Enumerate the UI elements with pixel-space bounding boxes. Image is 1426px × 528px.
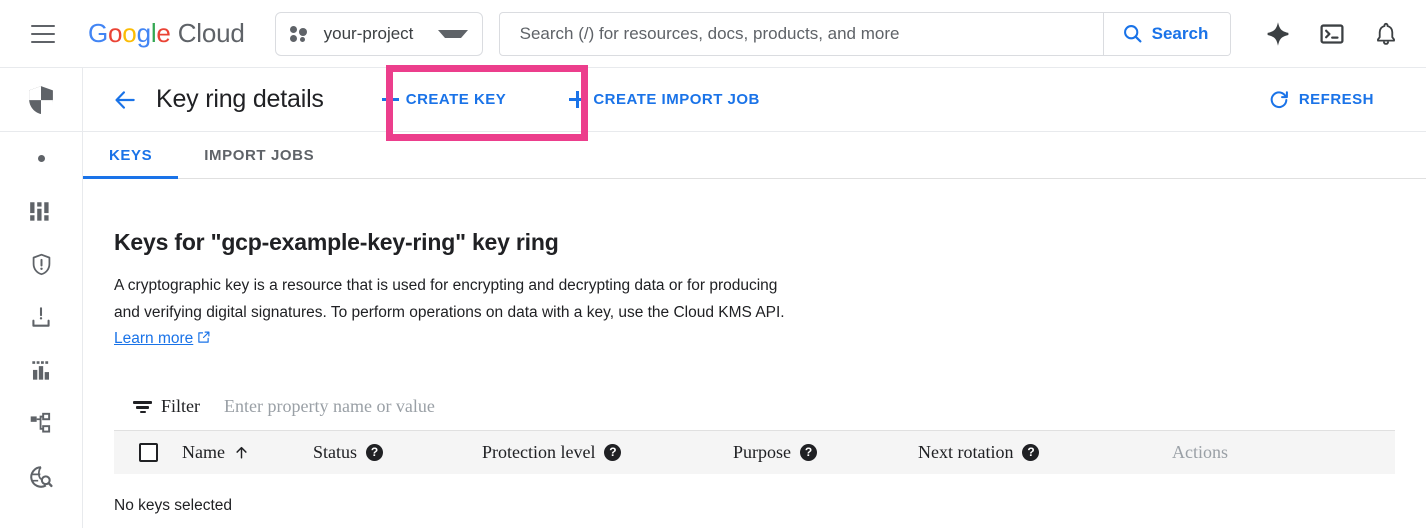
globe-search-icon <box>30 465 53 488</box>
create-import-job-label: CREATE IMPORT JOB <box>593 91 760 108</box>
page-title: Key ring details <box>156 85 324 113</box>
select-all-checkbox[interactable] <box>138 442 158 462</box>
rail-item-download[interactable] <box>0 291 82 344</box>
refresh-label: REFRESH <box>1298 91 1374 108</box>
column-header-name[interactable]: Name <box>182 442 313 463</box>
download-tray-icon <box>32 306 50 327</box>
rail-item-dashboard[interactable] <box>0 185 82 238</box>
table-header-row: Name Status ? Protection level ? Purpose… <box>114 430 1395 474</box>
bar-chart-icon <box>32 360 50 380</box>
create-import-job-button[interactable]: CREATE IMPORT JOB <box>559 80 770 120</box>
search-button[interactable]: Search <box>1102 12 1231 55</box>
gemini-sparkle-icon[interactable] <box>1254 10 1302 58</box>
logo-letter-o1: o <box>108 18 123 48</box>
plus-icon <box>381 91 399 108</box>
filter-lines-icon[interactable] <box>133 399 152 413</box>
project-selector-value: your-project <box>323 23 414 43</box>
google-cloud-logo[interactable]: Google Cloud <box>88 18 245 49</box>
tab-import-jobs-label: IMPORT JOBS <box>204 146 315 164</box>
dot-icon <box>37 155 45 162</box>
arrow-left-icon[interactable] <box>105 80 145 120</box>
global-search: Search <box>498 11 1232 56</box>
chevron-down-icon <box>437 29 468 38</box>
learn-more-link[interactable]: Learn more <box>114 330 193 347</box>
rail-item-dot[interactable] <box>0 132 82 185</box>
shield-exclamation-icon <box>32 253 50 276</box>
column-header-actions: Actions <box>1172 442 1228 463</box>
select-all-cell <box>114 442 182 462</box>
notifications-bell-icon[interactable] <box>1362 10 1410 58</box>
logo-word-cloud: Cloud <box>170 18 245 48</box>
column-header-name-label: Name <box>182 441 225 462</box>
create-key-label: CREATE KEY <box>405 91 507 108</box>
column-header-purpose-label: Purpose <box>733 441 791 462</box>
filter-bar: Filter <box>114 383 1395 431</box>
description-text: A cryptographic key is a resource that i… <box>114 277 785 321</box>
cloud-shell-terminal-icon[interactable] <box>1308 10 1356 58</box>
help-circle-icon[interactable]: ? <box>604 443 622 461</box>
search-input[interactable] <box>499 12 1103 55</box>
table-empty-state: No keys selected <box>114 496 233 514</box>
help-circle-icon[interactable]: ? <box>800 443 817 461</box>
search-icon <box>1123 25 1142 43</box>
page-header: Key ring details CREATE KEY CREATE IMPOR… <box>83 65 1426 141</box>
plus-icon <box>569 91 587 108</box>
dashboard-blocks-icon <box>30 201 49 221</box>
project-dots-icon <box>289 25 312 43</box>
filter-label: Filter <box>161 395 200 416</box>
rail-item-asset-search[interactable] <box>0 450 82 503</box>
column-header-status-label: Status <box>313 441 358 462</box>
column-header-status: Status ? <box>313 442 482 463</box>
rail-item-hierarchy[interactable] <box>0 397 82 450</box>
tab-bar: KEYS IMPORT JOBS <box>83 132 1426 179</box>
section-heading: Keys for "gcp-example-key-ring" key ring <box>114 229 559 255</box>
search-button-label: Search <box>1151 23 1209 43</box>
tab-keys-label: KEYS <box>109 146 153 164</box>
column-header-next-rotation: Next rotation ? <box>918 442 1172 463</box>
logo-letter-g2: g <box>136 18 151 48</box>
create-key-button[interactable]: CREATE KEY <box>372 80 517 120</box>
top-app-bar: Google Cloud your-project Search <box>0 0 1426 68</box>
main-content: Key ring details CREATE KEY CREATE IMPOR… <box>83 65 1426 528</box>
column-header-actions-label: Actions <box>1172 441 1228 462</box>
filter-input[interactable] <box>222 394 642 418</box>
left-product-rail <box>0 68 83 528</box>
section-description: A cryptographic key is a resource that i… <box>114 273 794 355</box>
column-header-protection-level: Protection level ? <box>482 442 733 463</box>
refresh-icon <box>1270 90 1288 108</box>
rail-item-shield-alert[interactable] <box>0 238 82 291</box>
external-link-icon <box>196 328 211 355</box>
column-header-purpose: Purpose ? <box>733 442 918 463</box>
help-circle-icon[interactable]: ? <box>366 443 384 461</box>
logo-letter-o2: o <box>122 18 137 48</box>
tab-keys[interactable]: KEYS <box>83 132 179 179</box>
logo-letter-g1: G <box>88 18 109 48</box>
rail-item-list <box>0 132 82 503</box>
learn-more-label: Learn more <box>114 330 194 347</box>
hamburger-menu-icon[interactable] <box>19 10 67 58</box>
keys-panel: Keys for "gcp-example-key-ring" key ring… <box>83 229 1426 515</box>
hierarchy-tree-icon <box>30 412 51 433</box>
security-shield-icon[interactable] <box>0 68 82 132</box>
column-header-next-rotation-label: Next rotation <box>918 441 1014 462</box>
help-circle-icon[interactable]: ? <box>1022 443 1040 461</box>
top-bar-icon-group <box>1254 10 1426 58</box>
column-header-protection-level-label: Protection level <box>482 441 596 462</box>
arrow-up-icon <box>236 446 247 459</box>
tab-import-jobs[interactable]: IMPORT JOBS <box>178 132 340 178</box>
rail-item-chart[interactable] <box>0 344 82 397</box>
logo-letter-e: e <box>156 18 171 48</box>
refresh-button[interactable]: REFRESH <box>1268 89 1374 111</box>
project-selector[interactable]: your-project <box>274 11 483 56</box>
